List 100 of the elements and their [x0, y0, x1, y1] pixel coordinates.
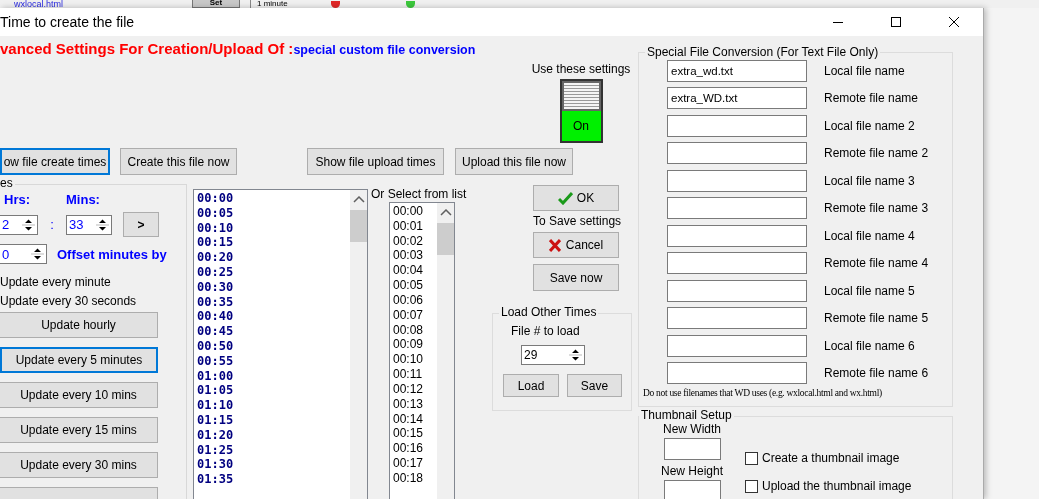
minute-item[interactable]: 00:12 — [393, 381, 437, 397]
minute-item[interactable]: 00:11 — [393, 367, 437, 382]
scroll-thumb[interactable] — [350, 210, 367, 242]
time-list[interactable]: 00:00 00:05 00:10 00:15 00:20 00:25 00:30 00:35 00:40 00:45 00:50 00:55 01:00 01:05 01:10 01:15 01:20 01:25 01:30 01:35 — [193, 189, 368, 499]
file-name-field[interactable] — [667, 279, 807, 302]
field-label: Local file name 5 — [824, 283, 915, 298]
time-item[interactable]: 01:05 — [197, 383, 350, 399]
file-number-spinner[interactable]: 29 — [521, 345, 585, 365]
action-button[interactable]: ow file create times — [0, 148, 110, 175]
time-item[interactable]: 00:00 — [197, 191, 350, 206]
minutes-spinner[interactable]: 33 — [66, 214, 112, 235]
group-title: Load Other Times — [499, 306, 599, 318]
time-item[interactable]: 00:05 — [197, 205, 350, 221]
field-label: Remote file name 6 — [824, 366, 929, 381]
scroll-up-icon — [352, 196, 365, 204]
file-name-field[interactable] — [667, 334, 807, 357]
minute-item[interactable]: 00:13 — [393, 396, 437, 412]
file-type-label: special custom file conversion — [293, 43, 476, 57]
file-name-field[interactable] — [667, 114, 807, 137]
minute-item[interactable]: 00:08 — [393, 322, 437, 338]
minute-item[interactable]: 00:04 — [393, 263, 437, 279]
offset-spinner[interactable]: 0 — [0, 244, 47, 264]
scroll-thumb[interactable] — [437, 223, 454, 255]
update-button[interactable]: Update every 15 mins — [0, 417, 158, 443]
field-label: Local file name — [824, 63, 905, 78]
minute-list[interactable]: 00:00 00:01 00:02 00:03 00:04 00:05 00:06 00:07 00:08 00:09 00:10 00:11 00:12 00:13 00:14 00:15 00:16 00:17 00:18 — [389, 202, 455, 499]
update-button[interactable]: Update every 10 mins — [0, 382, 158, 408]
checkbox-label: Upload the thumbnail image — [762, 479, 912, 493]
time-item[interactable]: 00:20 — [197, 250, 350, 265]
minute-item[interactable]: 00:03 — [393, 248, 437, 264]
time-item[interactable]: 01:30 — [197, 457, 350, 473]
time-item[interactable]: 00:10 — [197, 220, 350, 236]
time-item[interactable]: 01:35 — [197, 472, 350, 487]
time-item[interactable]: 01:00 — [197, 368, 350, 384]
file-name-field[interactable] — [667, 252, 807, 275]
update-button[interactable]: Update every 5 minutes — [0, 347, 158, 373]
time-item[interactable]: 00:40 — [197, 309, 350, 325]
ok-button[interactable]: OK — [533, 185, 619, 211]
minute-item[interactable]: 00:15 — [393, 426, 437, 442]
time-item[interactable]: 01:25 — [197, 442, 350, 458]
file-link[interactable]: wxlocal.html — [14, 0, 184, 8]
height-field[interactable] — [663, 480, 721, 499]
update-option: Update every minute — [0, 273, 186, 292]
time-separator: : — [49, 217, 55, 232]
minute-item[interactable]: 00:02 — [393, 233, 437, 249]
toggle-switch[interactable]: On — [559, 79, 603, 143]
field-label: Remote file name 4 — [824, 256, 929, 271]
time-item[interactable]: 00:25 — [197, 265, 350, 280]
scrollbar[interactable] — [437, 203, 454, 499]
checkbox-label: Create a thumbnail image — [762, 451, 900, 465]
time-item[interactable]: 00:50 — [197, 338, 350, 354]
time-item[interactable]: 00:45 — [197, 324, 350, 339]
select-list-label: Or Select from list — [371, 187, 467, 202]
file-name-field[interactable] — [667, 142, 807, 165]
minute-item[interactable]: 00:16 — [393, 441, 437, 457]
save-now-button[interactable]: Save now — [533, 264, 619, 291]
time-item[interactable]: 01:15 — [197, 412, 350, 428]
file-name-field[interactable]: extra_wd.txt — [667, 59, 807, 82]
minute-item[interactable]: 00:06 — [393, 292, 437, 308]
spin-arrows-icon — [31, 246, 44, 262]
load-button[interactable]: Load — [503, 374, 559, 397]
minute-item[interactable]: 00:00 — [393, 204, 437, 219]
add-time-button[interactable]: > — [123, 212, 159, 237]
minute-item[interactable]: 00:07 — [393, 307, 437, 323]
time-item[interactable]: 01:10 — [197, 398, 350, 413]
width-field[interactable] — [663, 438, 721, 460]
minute-item[interactable]: 00:09 — [393, 337, 437, 353]
action-button[interactable]: Upload this file now — [455, 148, 573, 175]
update-button[interactable]: Update every 30 mins — [0, 452, 158, 478]
minute-item[interactable]: 00:18 — [393, 470, 437, 486]
update-button[interactable]: Update hourly — [0, 312, 158, 338]
scroll-up-icon — [439, 209, 452, 217]
hours-spinner[interactable]: 2 — [0, 214, 38, 235]
time-item[interactable]: 01:20 — [197, 427, 350, 443]
minute-item[interactable]: 00:17 — [393, 456, 437, 471]
checkbox[interactable] — [745, 451, 758, 465]
cancel-button[interactable]: Cancel — [533, 232, 619, 258]
file-name-field[interactable] — [667, 197, 807, 220]
time-item[interactable]: 00:15 — [197, 235, 350, 251]
action-button[interactable]: Create this file now — [120, 148, 237, 175]
minute-item[interactable]: 00:05 — [393, 278, 437, 293]
save-hint: To Save settings — [533, 214, 622, 228]
action-button[interactable]: Show file upload times — [307, 148, 444, 175]
file-name-field[interactable] — [667, 169, 807, 192]
minute-item[interactable]: 00:10 — [393, 352, 437, 368]
checkbox[interactable] — [745, 479, 758, 493]
file-name-field[interactable] — [667, 224, 807, 247]
file-name-field[interactable] — [667, 362, 807, 385]
minute-item[interactable]: 00:14 — [393, 411, 437, 427]
minute-item[interactable]: 00:01 — [393, 218, 437, 234]
file-name-field[interactable] — [667, 307, 807, 330]
time-item[interactable]: 00:35 — [197, 294, 350, 310]
toggle-label: Use these settings — [531, 62, 631, 76]
settings-heading: vanced Settings For Creation/Upload Of : — [0, 40, 294, 57]
time-item[interactable]: 00:30 — [197, 279, 350, 295]
save-button[interactable]: Save — [567, 374, 622, 397]
scrollbar[interactable] — [350, 190, 367, 499]
time-item[interactable]: 00:55 — [197, 353, 350, 369]
file-name-field[interactable]: extra_WD.txt — [667, 87, 807, 110]
update-option: Update every 30 seconds — [0, 292, 186, 311]
